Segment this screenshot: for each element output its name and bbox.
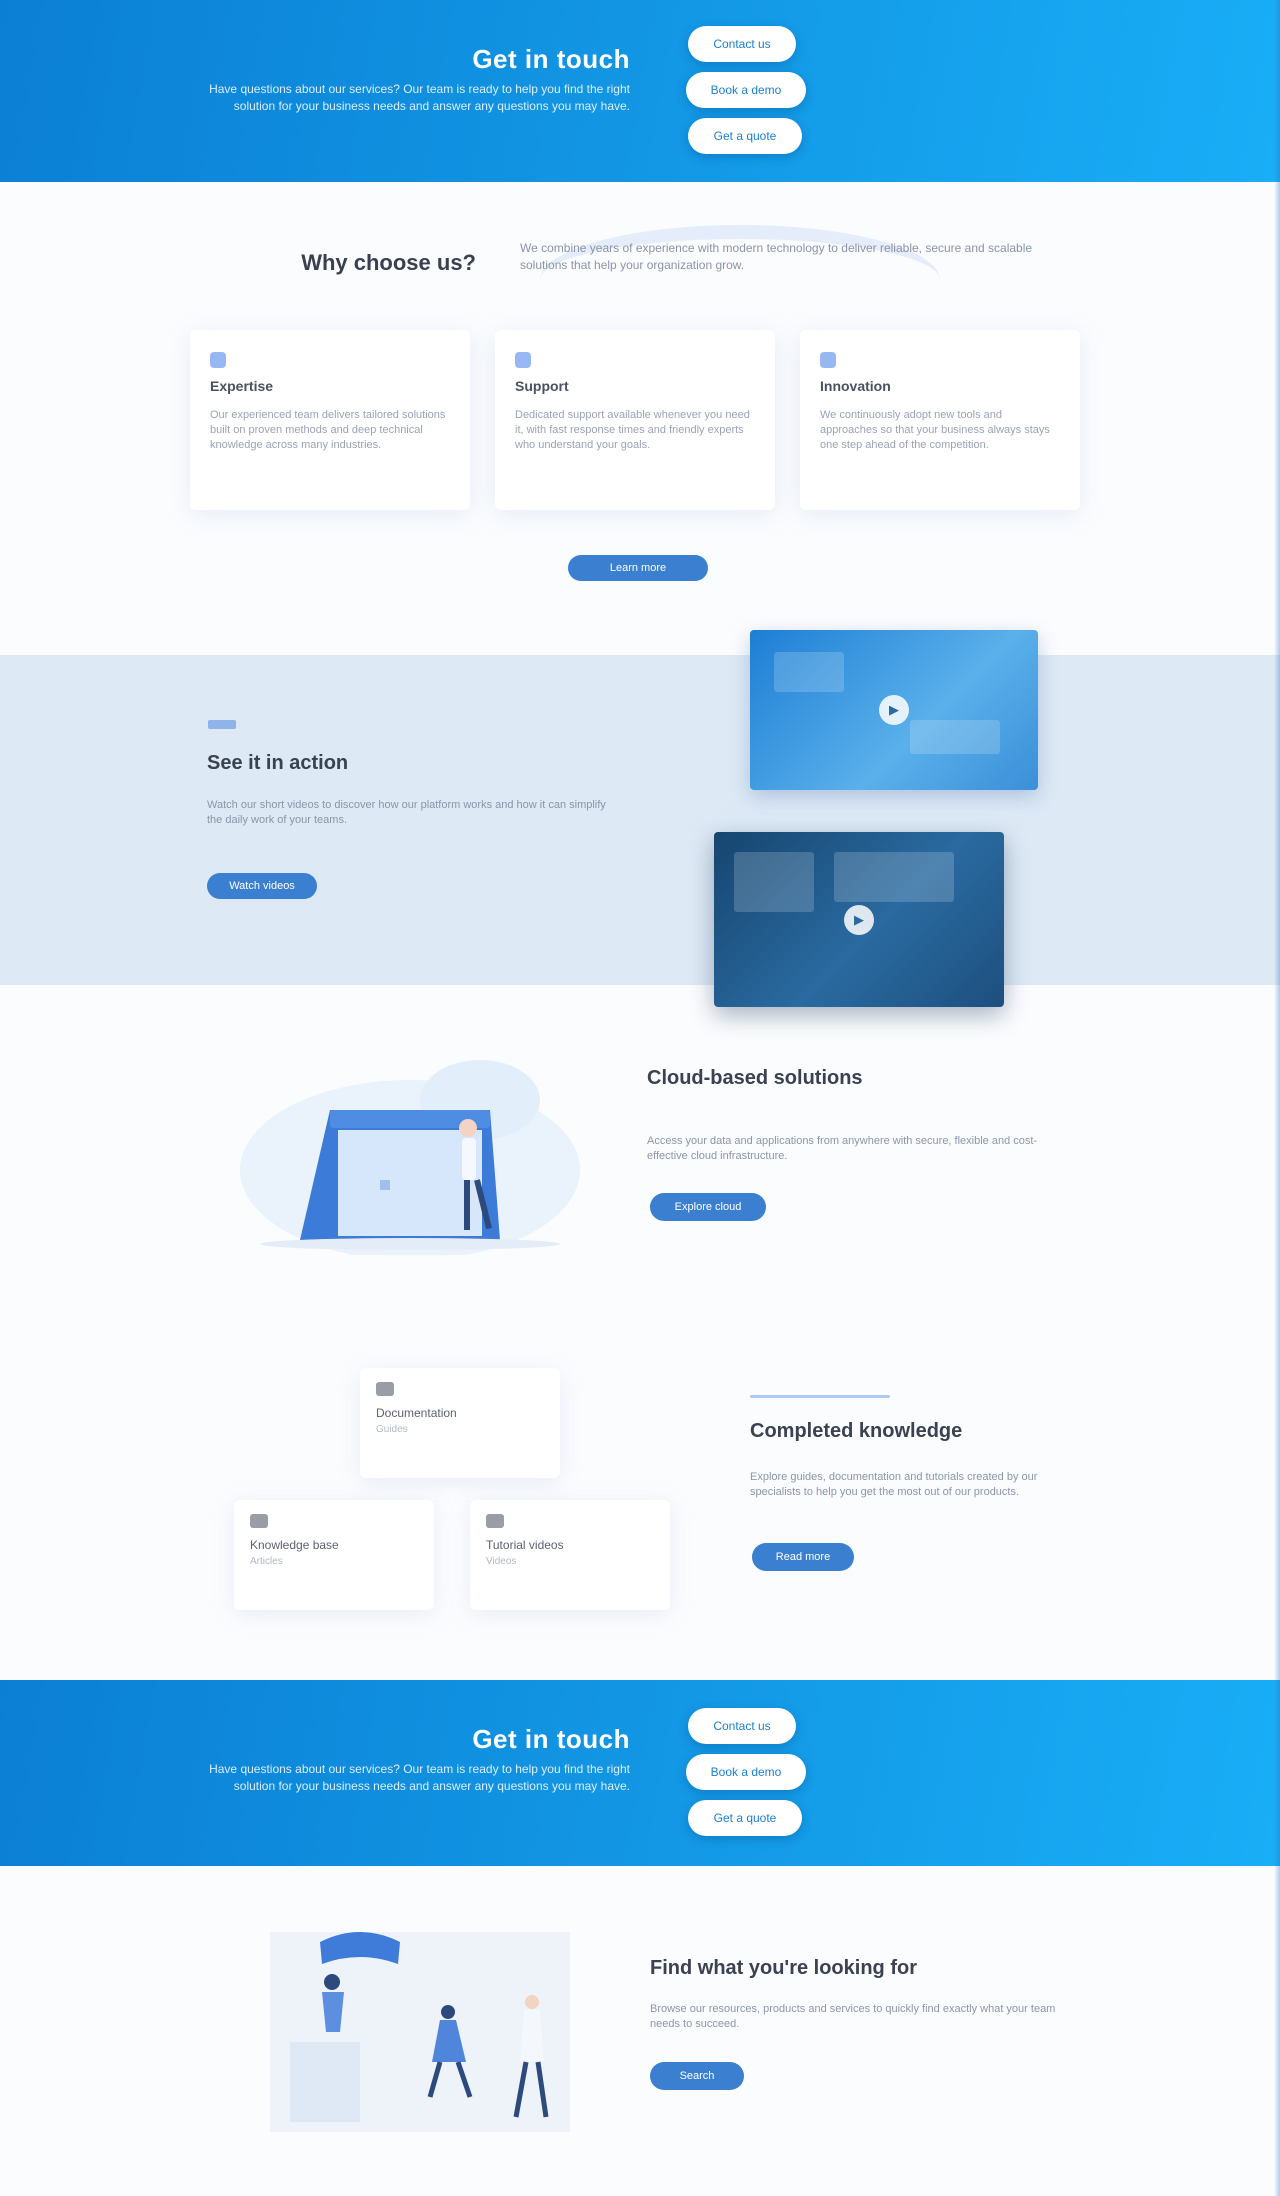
book-icon (376, 1382, 394, 1396)
knowledge-card-title: Documentation (376, 1406, 457, 1420)
quote-button[interactable]: Get a quote (688, 118, 802, 154)
knowledge-card-sub: Videos (486, 1556, 517, 1567)
hero-text: Get in touch Have questions about our se… (170, 44, 630, 115)
knowledge-card-sub: Articles (250, 1556, 283, 1567)
knowledge-card-title: Tutorial videos (486, 1538, 564, 1552)
cloud-illustration (240, 1060, 580, 1255)
chart-icon (820, 352, 836, 368)
demo-button[interactable]: Book a demo (686, 72, 806, 108)
why-heading: Why choose us? (301, 250, 476, 275)
contact-button[interactable]: Contact us (688, 26, 796, 62)
video-thumbnail[interactable]: ▶ (750, 630, 1038, 790)
hero-banner-top: Get in touch Have questions about our se… (0, 0, 1280, 182)
card-text: Our experienced team delivers tailored s… (210, 409, 446, 451)
video-icon (486, 1514, 504, 1528)
card-title: Expertise (210, 378, 274, 394)
section-badge (208, 720, 236, 729)
hero-title: Get in touch (472, 1724, 630, 1754)
play-icon[interactable]: ▶ (844, 904, 874, 935)
feature-card: Innovation We continuously adopt new too… (800, 330, 1080, 510)
hero-text: Get in touch Have questions about our se… (170, 1724, 630, 1795)
knowledge-card[interactable]: Tutorial videos Videos (470, 1500, 670, 1610)
video-band (0, 655, 1280, 985)
knowledge-card-title: Knowledge base (250, 1538, 339, 1552)
card-text: We continuously adopt new tools and appr… (820, 409, 1050, 451)
hero-banner-bottom: Get in touch Have questions about our se… (0, 1680, 1280, 1866)
watch-videos-button[interactable]: Watch videos (207, 873, 317, 899)
explore-cloud-button[interactable]: Explore cloud (650, 1193, 766, 1221)
settings-icon (210, 352, 226, 368)
demo-button[interactable]: Book a demo (686, 1754, 806, 1790)
find-text: Browse our resources, products and servi… (650, 2003, 1056, 2030)
card-title: Support (515, 378, 569, 394)
feature-card: Expertise Our experienced team delivers … (190, 330, 470, 510)
hero-buttons: Contact us Book a demo Get a quote (686, 1708, 806, 1846)
knowledge-text: Explore guides, documentation and tutori… (750, 1471, 1038, 1498)
video-section-title: See it in action (207, 752, 349, 774)
article-icon (250, 1514, 268, 1528)
feature-card: Support Dedicated support available when… (495, 330, 775, 510)
why-description: We combine years of experience with mode… (520, 241, 1033, 272)
shield-icon (515, 352, 531, 368)
quote-button[interactable]: Get a quote (688, 1800, 802, 1836)
hero-subtitle: Have questions about our services? Our t… (209, 82, 630, 113)
team-illustration (270, 1932, 570, 2132)
thumbnail-shape (734, 852, 814, 912)
hero-subtitle: Have questions about our services? Our t… (209, 1762, 630, 1793)
card-title: Innovation (820, 378, 891, 394)
knowledge-title: Completed knowledge (750, 1420, 963, 1442)
thumbnail-shape (774, 652, 844, 692)
cloud-text: Access your data and applications from a… (647, 1135, 1038, 1162)
find-title: Find what you're looking for (650, 1957, 917, 1979)
learn-more-button[interactable]: Learn more (568, 555, 708, 581)
read-more-button[interactable]: Read more (752, 1543, 854, 1571)
knowledge-card[interactable]: Knowledge base Articles (234, 1500, 434, 1610)
knowledge-card-sub: Guides (376, 1424, 408, 1435)
cloud-title: Cloud-based solutions (647, 1067, 863, 1089)
video-section-text: Watch our short videos to discover how o… (207, 799, 606, 826)
scrollbar-edge (1274, 0, 1280, 2196)
thumbnail-shape (910, 720, 1000, 754)
play-icon[interactable]: ▶ (879, 695, 909, 725)
feature-cards: Expertise Our experienced team delivers … (190, 330, 1090, 510)
video-thumbnail[interactable]: ▶ (714, 832, 1004, 1007)
section-accent-line (750, 1395, 890, 1398)
thumbnail-shape (834, 852, 954, 902)
search-button[interactable]: Search (650, 2062, 744, 2090)
hero-buttons: Contact us Book a demo Get a quote (686, 26, 806, 164)
contact-button[interactable]: Contact us (688, 1708, 796, 1744)
knowledge-card[interactable]: Documentation Guides (360, 1368, 560, 1478)
hero-title: Get in touch (472, 44, 630, 74)
card-text: Dedicated support available whenever you… (515, 409, 750, 451)
